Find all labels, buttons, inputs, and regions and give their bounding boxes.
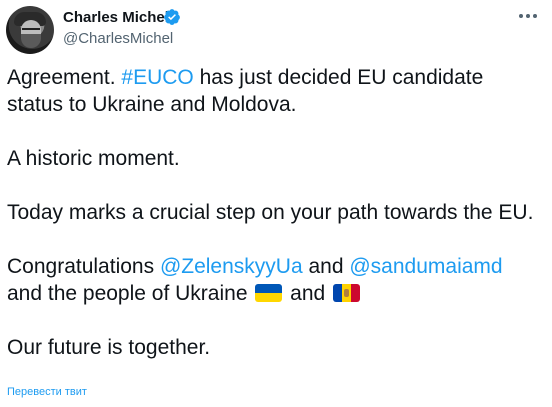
verified-badge-icon <box>164 9 180 25</box>
tweet-paragraph-3: Today marks a crucial step on your path … <box>7 201 534 224</box>
translate-tweet-link[interactable]: Перевести твит <box>7 385 87 399</box>
flag-ukraine-icon <box>255 284 283 302</box>
more-options-icon[interactable] <box>516 6 540 26</box>
tweet-paragraph-4: Congratulations @ZelenskyyUa and @sandum… <box>7 255 503 305</box>
hashtag-euco-link[interactable]: #EUCO <box>121 66 193 89</box>
tweet-paragraph-5: Our future is together. <box>7 336 211 359</box>
author-name[interactable]: Charles Michel <box>63 9 169 27</box>
author-handle[interactable]: @CharlesMichel <box>63 30 173 48</box>
tweet-paragraph-2: A historic moment. <box>7 147 180 170</box>
author-avatar[interactable] <box>6 6 54 54</box>
tweet-text: Agreement. #EUCO has just decided EU can… <box>7 64 537 361</box>
mention-sandumaiamd-link[interactable]: @sandumaiamd <box>349 255 502 278</box>
mention-zelenskyyua-link[interactable]: @ZelenskyyUa <box>160 255 303 278</box>
flag-moldova-icon <box>333 284 361 302</box>
tweet-paragraph-1: Agreement. #EUCO has just decided EU can… <box>7 66 484 116</box>
